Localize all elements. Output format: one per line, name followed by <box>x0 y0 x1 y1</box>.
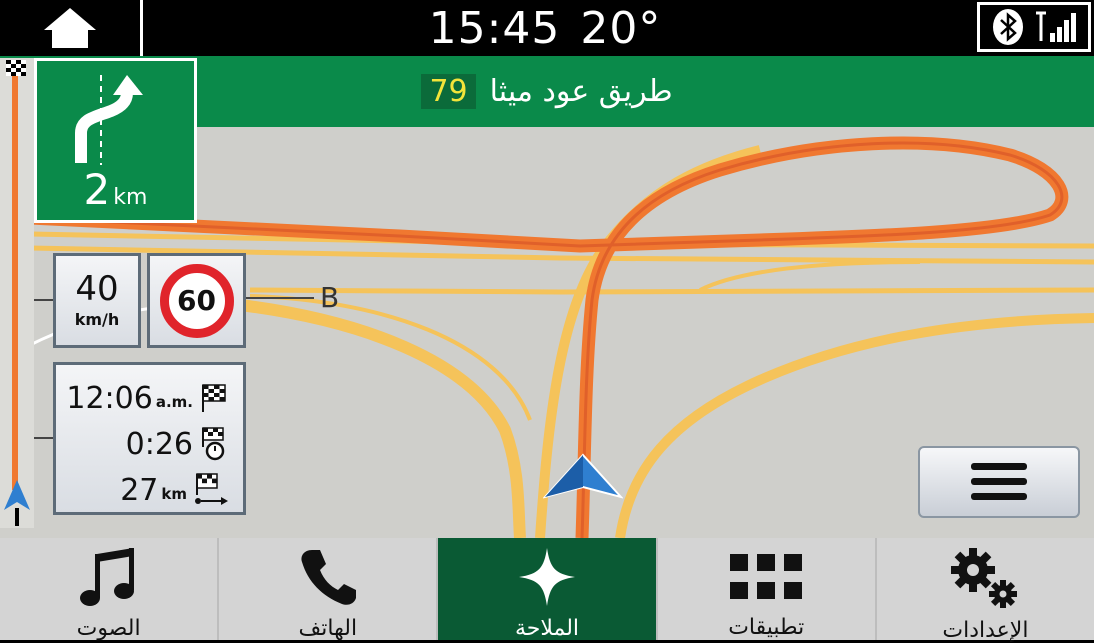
arrival-time-row: 12:06 a.m. <box>56 375 229 421</box>
destination-flag-icon <box>6 60 26 76</box>
compass-star-icon <box>519 548 575 606</box>
speed-limit-value: 60 <box>177 284 216 317</box>
music-note-icon <box>79 548 134 606</box>
keep-right-icon <box>75 75 143 165</box>
nav-label: الإعدادات <box>942 618 1029 643</box>
remaining-time: 0:26 <box>125 426 193 462</box>
turn-instruction-box[interactable]: 2 km <box>34 58 197 223</box>
turn-distance-unit: km <box>113 185 148 210</box>
arrival-time: 12:06 <box>66 380 153 416</box>
nav-item-settings[interactable]: الإعدادات <box>877 538 1094 643</box>
flag-distance-icon <box>195 473 228 505</box>
nav-label: الصوت <box>76 616 141 641</box>
nav-label: الملاحة <box>514 616 580 641</box>
trip-info-box[interactable]: 12:06 a.m. 0:26 27 km <box>53 362 246 515</box>
vehicle-position-arrow-icon <box>543 453 623 499</box>
home-icon <box>44 8 96 48</box>
gear-icon <box>951 548 1018 608</box>
phone-icon <box>301 550 356 605</box>
turn-distance: 2 km <box>37 165 194 214</box>
nav-item-apps[interactable]: تطبيقات <box>658 538 877 640</box>
hamburger-menu-icon <box>971 463 1027 500</box>
speed-limit-sign: 60 <box>159 263 234 338</box>
street-name: طريق عود ميثا <box>489 74 673 109</box>
nav-item-navigation[interactable]: الملاحة <box>438 538 658 641</box>
route-progress-line <box>12 76 18 490</box>
bluetooth-icon <box>992 9 1023 45</box>
checkered-flag-icon <box>202 384 226 412</box>
home-button[interactable] <box>0 0 143 56</box>
nav-label: الهاتف <box>298 616 358 641</box>
current-speed-value: 40 <box>75 269 119 309</box>
remaining-distance: 27 <box>120 472 159 508</box>
temperature: 20° <box>580 2 662 54</box>
turn-distance-value: 2 <box>83 165 111 214</box>
bottom-navigation-bar: الصوت الهاتف الملاحة تطبيقات الإعدادات <box>0 538 1094 643</box>
callout-label: B <box>320 281 340 314</box>
nav-item-audio[interactable]: الصوت <box>0 538 220 641</box>
nav-label: تطبيقات <box>728 615 805 640</box>
signal-icon <box>1035 11 1076 42</box>
nav-item-phone[interactable]: الهاتف <box>219 538 439 641</box>
current-speed-box: 40 km/h <box>53 253 141 348</box>
clock-time: 15:45 <box>428 2 561 54</box>
current-speed-unit: km/h <box>74 310 120 329</box>
arrival-time-suffix: a.m. <box>155 393 193 411</box>
road-number-badge: 79 <box>421 74 476 109</box>
map-menu-button[interactable] <box>918 446 1080 518</box>
position-marker-icon <box>4 480 30 526</box>
remaining-time-row: 0:26 <box>56 421 229 467</box>
remaining-distance-unit: km <box>161 485 187 503</box>
remaining-distance-row: 27 km <box>56 467 229 513</box>
flag-timer-icon <box>202 427 225 461</box>
clock-temperature: 15:45 20° <box>380 0 710 56</box>
apps-grid-icon <box>730 553 803 599</box>
speed-limit-box: 60 <box>147 253 246 348</box>
connectivity-status <box>977 2 1091 52</box>
